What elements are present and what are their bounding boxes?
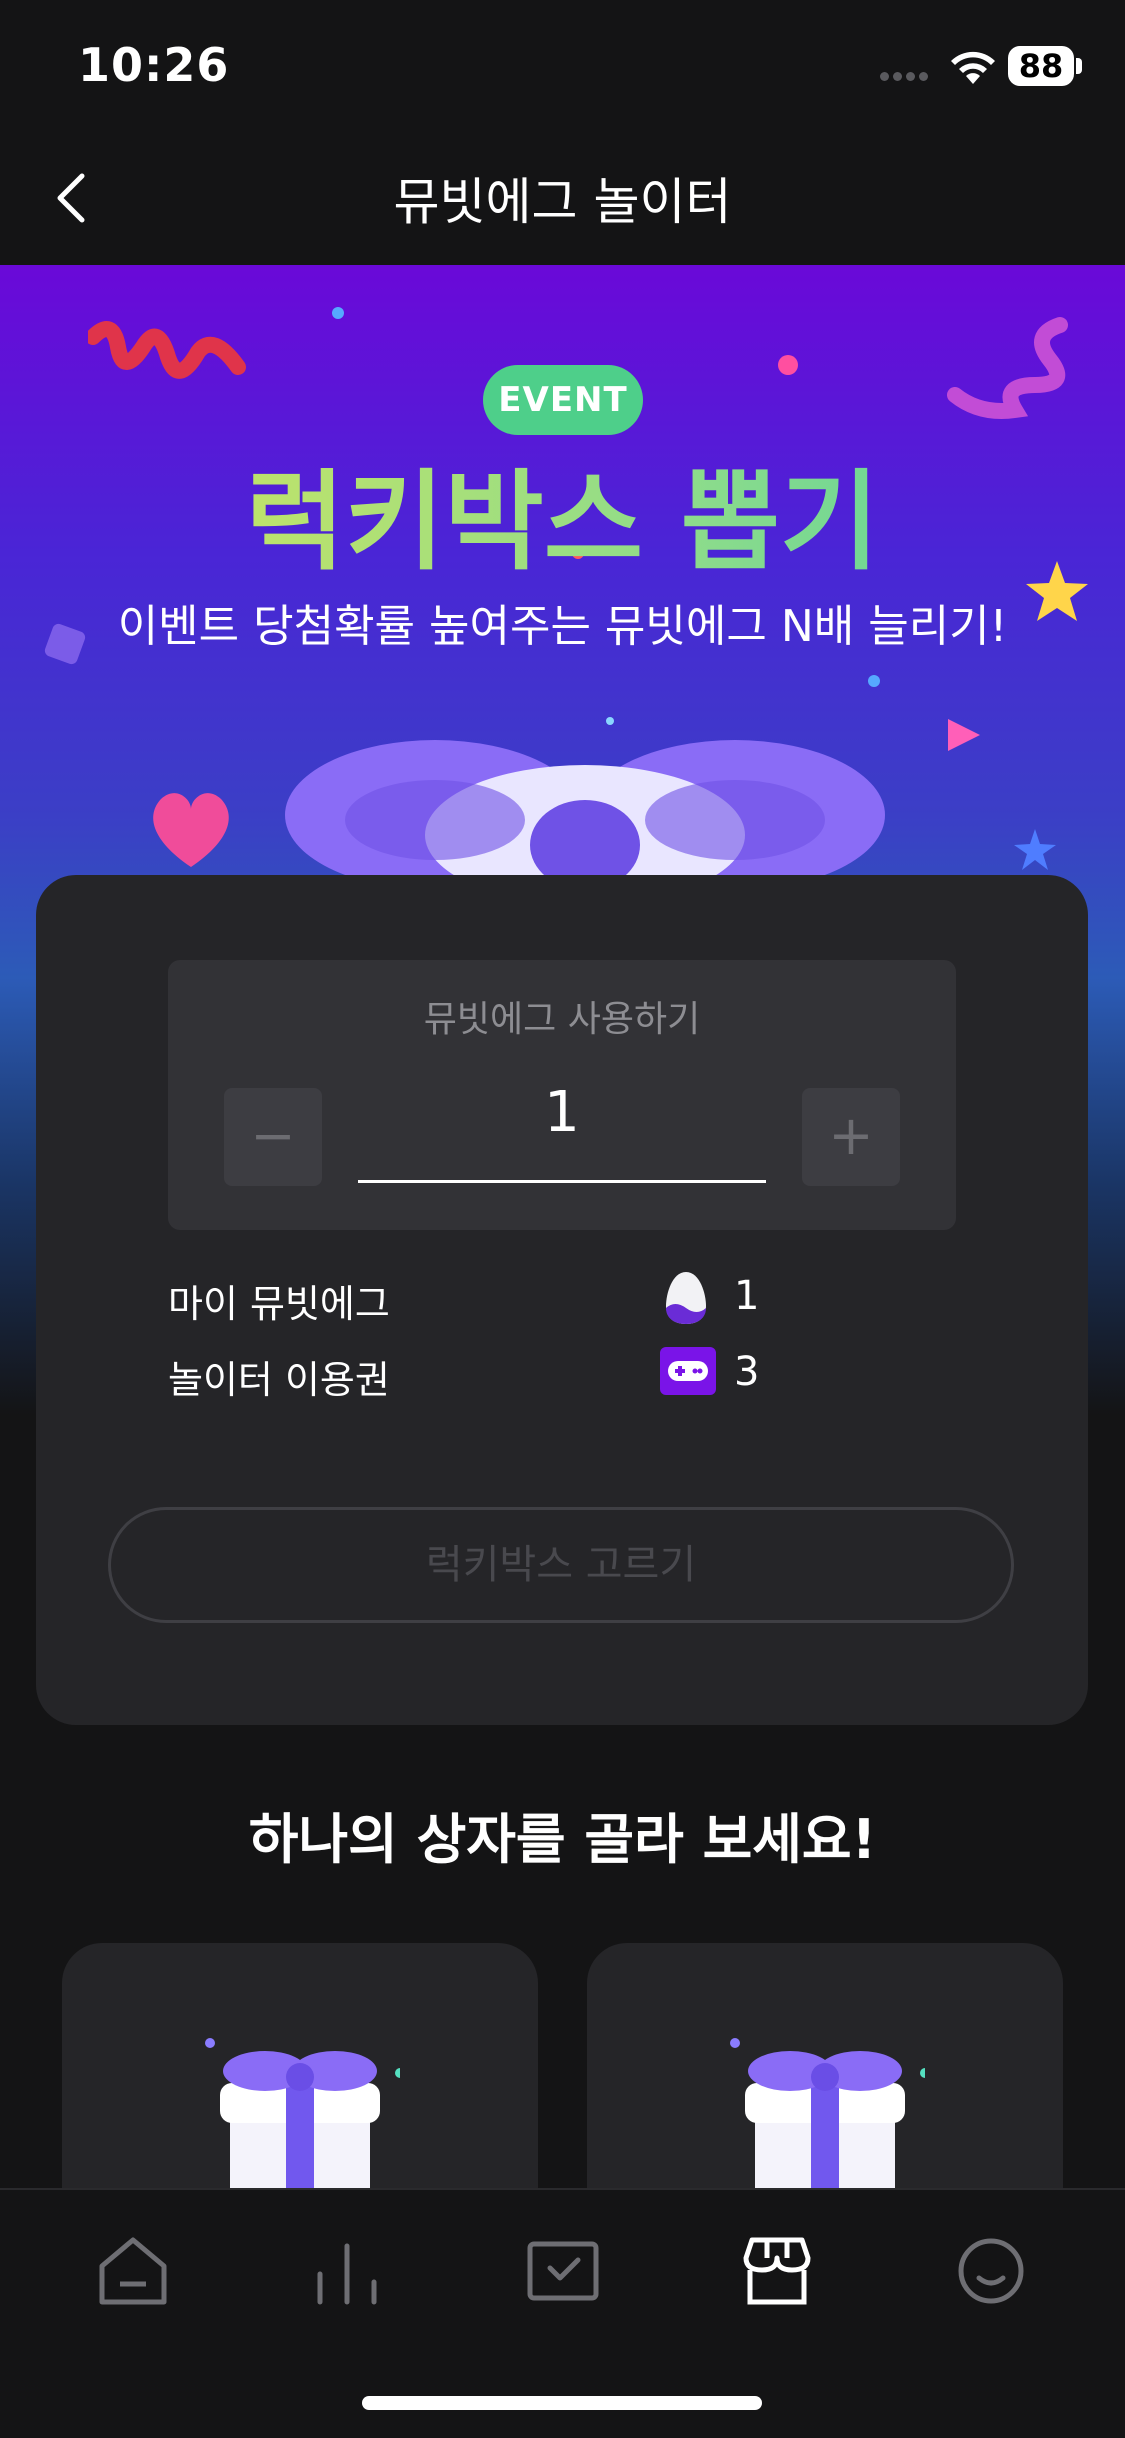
egg-icon: [666, 1272, 706, 1324]
confetti-dot: [778, 355, 798, 375]
store-icon[interactable]: [732, 2226, 822, 2316]
gift-box-icon: [730, 2038, 925, 2203]
battery-cap: [1076, 58, 1082, 74]
triangle-decoration: [948, 719, 980, 751]
game-ticket-icon: [660, 1347, 716, 1395]
page-title: 뮤빗에그 놀이터: [393, 173, 732, 231]
hero-subtitle: 이벤트 당첨확률 높여주는 뮤빗에그 N배 늘리기!: [117, 601, 1008, 652]
star-decoration-small: [1014, 829, 1056, 870]
ribbon-decoration-right: [947, 317, 1068, 419]
gift-box-icon: [205, 2038, 400, 2203]
home-indicator[interactable]: [362, 2396, 762, 2410]
hero-title: 럭키박스 뽑기: [0, 435, 1125, 591]
lucky-box-card[interactable]: [62, 1943, 538, 2203]
cellular-signal-icon: [880, 66, 934, 81]
confetti-dot: [332, 307, 344, 319]
ribbon-decoration-left: [88, 321, 246, 379]
my-egg-count: 1: [734, 1273, 760, 1319]
ticket-label: 놀이터 이용권: [168, 1358, 390, 1402]
pick-lucky-box-button[interactable]: 럭키박스 고르기: [108, 1507, 1014, 1623]
wifi-icon: [951, 51, 995, 84]
ticket-count: 3: [734, 1349, 760, 1395]
status-bar: 10:26 88: [0, 0, 1125, 130]
quantity-input[interactable]: 1: [358, 1080, 766, 1145]
use-egg-card: 뮤빗에그 사용하기 − 1 + 마이 뮤빗에그 1 놀이터 이용권 3 럭키박스…: [36, 875, 1088, 1725]
quantity-panel-label: 뮤빗에그 사용하기: [423, 999, 701, 1040]
inbox-check-icon[interactable]: [518, 2226, 608, 2316]
my-egg-label: 마이 뮤빗에그: [168, 1282, 390, 1326]
confetti-dot: [868, 675, 880, 687]
home-icon[interactable]: [88, 2226, 178, 2316]
smile-icon[interactable]: [946, 2226, 1036, 2316]
section-title: 하나의 상자를 골라 보세요!: [248, 1808, 877, 1871]
heart-decoration: [153, 793, 229, 867]
status-time: 10:26: [78, 38, 230, 92]
lucky-box-card[interactable]: [587, 1943, 1063, 2203]
quantity-panel: 뮤빗에그 사용하기 − 1 +: [168, 960, 956, 1230]
battery-icon: 88: [1008, 46, 1074, 86]
chart-icon[interactable]: [302, 2226, 392, 2316]
increment-button[interactable]: +: [802, 1088, 900, 1186]
decrement-button[interactable]: −: [224, 1088, 322, 1186]
confetti-dot: [606, 717, 614, 725]
quantity-underline: [358, 1180, 766, 1183]
event-badge: EVENT: [483, 365, 643, 435]
nav-bar: 뮤빗에그 놀이터: [0, 130, 1125, 265]
